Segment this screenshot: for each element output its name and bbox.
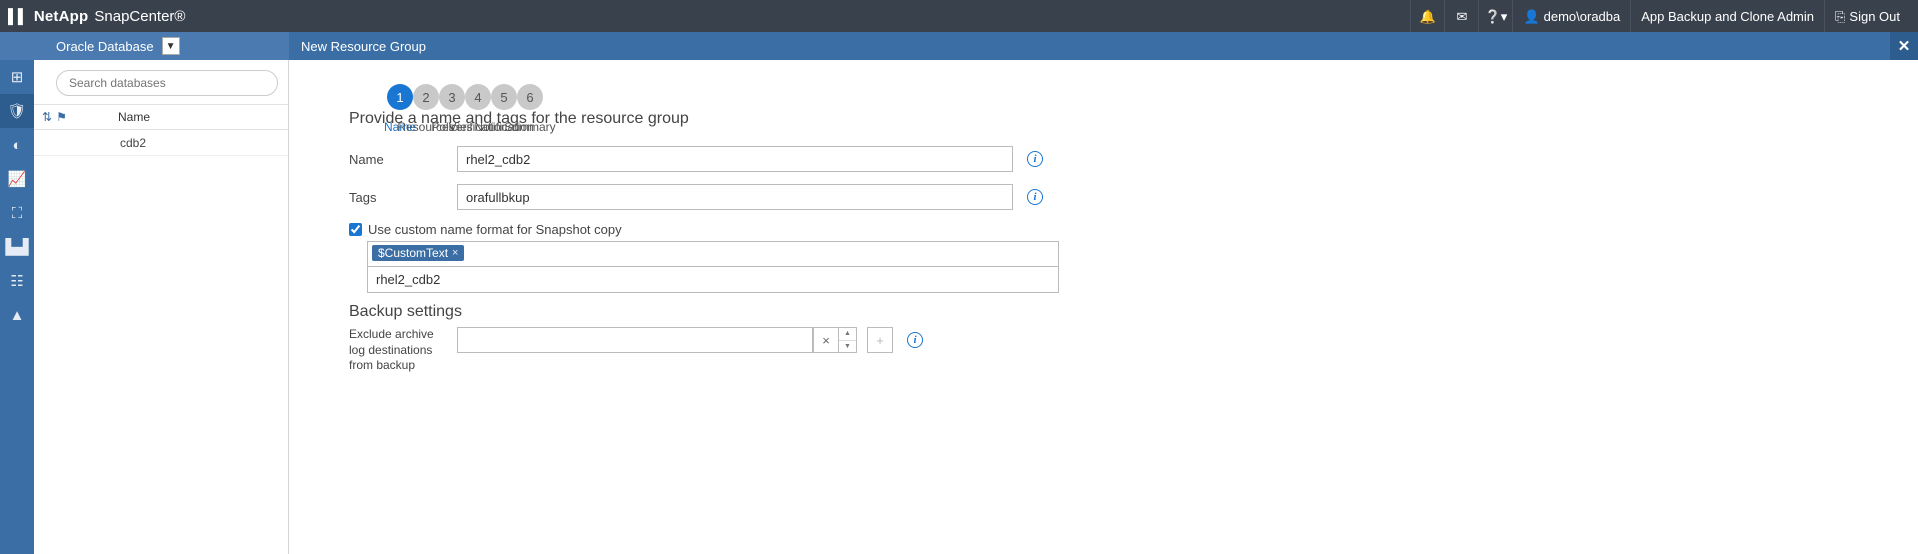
wizard-title: New Resource Group: [301, 39, 426, 54]
format-token: $CustomText ×: [372, 245, 464, 261]
step-dot: 4: [465, 84, 491, 110]
name-field[interactable]: [457, 146, 1013, 172]
user-menu[interactable]: 👤 demo\oradba: [1512, 0, 1630, 32]
nav-rail: › ⊞ 🛡 ◐ 📈 ⛶ ▙▟ ☷ ▲: [0, 32, 34, 554]
help-icon: ❔▾: [1485, 10, 1508, 23]
spinner-up[interactable]: ▲: [839, 328, 856, 341]
info-icon[interactable]: i: [1027, 151, 1043, 167]
resource-type-selector: Oracle Database ▼: [0, 32, 289, 60]
rail-settings[interactable]: ☷: [0, 264, 34, 298]
exclude-select[interactable]: [457, 327, 813, 353]
brand-vendor: NetApp: [34, 8, 89, 25]
spinner-down[interactable]: ▼: [839, 341, 856, 353]
section-title: Provide a name and tags for the resource…: [349, 110, 1878, 128]
name-label: Name: [349, 152, 457, 167]
custom-text-field[interactable]: rhel2_cdb2: [367, 267, 1059, 293]
sort-icon[interactable]: ⇅: [42, 110, 52, 124]
role-label[interactable]: App Backup and Clone Admin: [1630, 0, 1824, 32]
help-button[interactable]: ❔▾: [1478, 0, 1512, 32]
flag-icon[interactable]: ⚑: [56, 110, 67, 124]
exclude-spinner: ▲ ▼: [839, 327, 857, 353]
netapp-logo-icon: ▌▌: [8, 8, 28, 24]
step-dot: 6: [517, 84, 543, 110]
step-dot: 2: [413, 84, 439, 110]
brand: ▌▌ NetApp SnapCenter®: [8, 8, 185, 25]
user-icon: 👤: [1523, 10, 1539, 23]
wizard-body: 1 Name 2 Resources 3 Policies 4 Verifica…: [289, 60, 1918, 554]
add-exclude-button[interactable]: +: [867, 327, 893, 353]
column-header-name[interactable]: Name: [118, 110, 150, 124]
notifications-button[interactable]: 🔔: [1410, 0, 1444, 32]
topbar: ▌▌ NetApp SnapCenter® 🔔 ✉ ❔▾ 👤 demo\orad…: [0, 0, 1918, 32]
custom-format-checkbox[interactable]: [349, 223, 362, 236]
close-icon: ×: [822, 333, 830, 348]
step-dot: 1: [387, 84, 413, 110]
bell-icon: 🔔: [1420, 10, 1436, 23]
rail-dashboard[interactable]: ⊞: [0, 60, 34, 94]
resource-type-dropdown[interactable]: ▼: [162, 37, 180, 55]
sign-out-label: Sign Out: [1849, 9, 1900, 24]
wizard-title-bar: New Resource Group ✕: [289, 32, 1918, 60]
rail-hosts[interactable]: ⛶: [0, 196, 34, 230]
clear-exclude-button[interactable]: ×: [813, 327, 839, 353]
plus-icon: +: [876, 333, 884, 348]
exclude-label: Exclude archive log destinations from ba…: [349, 327, 445, 374]
resource-type-label: Oracle Database: [56, 39, 154, 54]
custom-format-label: Use custom name format for Snapshot copy: [368, 222, 622, 237]
close-wizard-button[interactable]: ✕: [1890, 32, 1918, 60]
rail-reports[interactable]: 📈: [0, 162, 34, 196]
info-icon[interactable]: i: [907, 332, 923, 348]
signout-icon: ⎘: [1835, 10, 1845, 23]
step-label: Summary: [504, 120, 555, 134]
format-token-box[interactable]: $CustomText ×: [367, 241, 1059, 267]
list-item[interactable]: cdb2: [34, 130, 288, 156]
backup-settings-title: Backup settings: [349, 303, 1878, 321]
step-dot: 3: [439, 84, 465, 110]
close-icon: ✕: [1898, 37, 1911, 55]
subheader: Oracle Database ▼ New Resource Group ✕: [0, 32, 1918, 60]
remove-token-icon[interactable]: ×: [452, 247, 458, 259]
stepper: 1 Name 2 Resources 3 Policies 4 Verifica…: [349, 84, 1878, 110]
search-input[interactable]: [56, 70, 278, 96]
sign-out-button[interactable]: ⎘ Sign Out: [1824, 0, 1910, 32]
rail-alerts[interactable]: ▲: [0, 298, 34, 332]
token-text: $CustomText: [378, 246, 448, 260]
user-name: demo\oradba: [1544, 9, 1621, 24]
info-icon[interactable]: i: [1027, 189, 1043, 205]
messages-button[interactable]: ✉: [1444, 0, 1478, 32]
rail-storage[interactable]: ▙▟: [0, 230, 34, 264]
resource-list-panel: ⇅ ⚑ Name cdb2: [34, 60, 289, 554]
step-dot: 5: [491, 84, 517, 110]
list-item-label: cdb2: [120, 136, 146, 150]
brand-product: SnapCenter®: [94, 8, 185, 25]
list-header: ⇅ ⚑ Name: [34, 104, 288, 130]
role-text: App Backup and Clone Admin: [1641, 9, 1814, 24]
rail-monitor[interactable]: ◐: [0, 128, 34, 162]
tags-label: Tags: [349, 190, 457, 205]
rail-resources[interactable]: 🛡: [0, 94, 34, 128]
tags-field[interactable]: [457, 184, 1013, 210]
mail-icon: ✉: [1457, 10, 1468, 23]
